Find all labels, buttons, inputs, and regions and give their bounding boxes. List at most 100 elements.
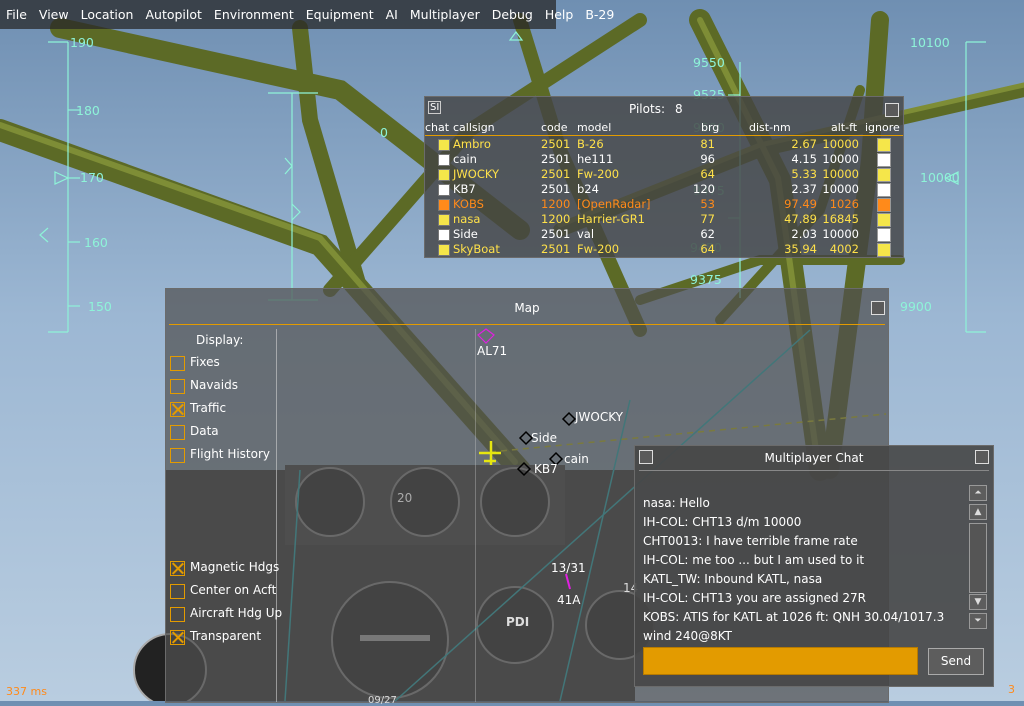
pilot-callsign: nasa — [453, 212, 481, 226]
col-ignore: ignore — [865, 121, 900, 134]
alt-tick-10000: 10000 — [920, 170, 960, 185]
pilot-bearing: 53 — [700, 197, 715, 211]
chat-send-button[interactable]: Send — [928, 648, 984, 675]
pilots-corner-button[interactable]: SI — [428, 101, 442, 114]
pilot-ignore-checkbox[interactable] — [877, 138, 891, 152]
pilot-bearing: 64 — [700, 167, 715, 181]
pilot-chat-checkbox[interactable] — [438, 244, 450, 256]
pilot-code: 2501 — [541, 152, 571, 166]
pilot-ignore-checkbox[interactable] — [877, 198, 891, 212]
pilot-bearing: 81 — [700, 137, 715, 151]
pilot-ignore-checkbox[interactable] — [877, 228, 891, 242]
frame-time-readout: 337 ms — [6, 685, 47, 698]
pilot-ignore-checkbox[interactable] — [877, 168, 891, 182]
pilots-title: Pilots: — [629, 102, 665, 116]
menu-help[interactable]: Help — [539, 7, 580, 22]
pilot-chat-checkbox[interactable] — [438, 139, 450, 151]
menu-location[interactable]: Location — [75, 7, 140, 22]
chat-message: nasa: Hello — [643, 496, 710, 510]
pilot-ignore-checkbox[interactable] — [877, 183, 891, 197]
chat-scrollbar-track[interactable] — [969, 523, 987, 593]
pilot-altitude: 16845 — [822, 212, 859, 226]
pilot-code: 1200 — [541, 212, 571, 226]
chat-scroll-top-button[interactable]: ⏶ — [969, 485, 987, 501]
pilot-chat-checkbox[interactable] — [438, 199, 450, 211]
pilot-model: Fw-200 — [577, 167, 620, 181]
pilot-code: 2501 — [541, 137, 571, 151]
pilot-altitude: 10000 — [822, 137, 859, 151]
pilot-bearing: 62 — [700, 227, 715, 241]
pilots-count: 8 — [675, 102, 683, 116]
pilot-row[interactable]: SkyBoat 2501 Fw-200 64 35.94 4002 — [425, 242, 903, 257]
pilot-callsign: SkyBoat — [453, 242, 500, 256]
chat-scroll-bottom-button[interactable]: ⏷ — [969, 613, 987, 629]
pilots-header: SI Pilots: 8 — [425, 101, 903, 117]
pilot-bearing: 64 — [700, 242, 715, 256]
chat-message: wind 240@8KT — [643, 629, 732, 643]
menu-file[interactable]: File — [0, 7, 33, 22]
menu-equipment[interactable]: Equipment — [300, 7, 380, 22]
chat-message: IH-COL: CHT13 you are assigned 27R — [643, 591, 866, 605]
chat-scroll-down-button[interactable]: ▼ — [969, 594, 987, 610]
map-label-41a: 41A — [557, 593, 581, 607]
col-code: code — [541, 121, 568, 134]
pilots-column-headers: chat callsign code model brg dist-nm alt… — [425, 121, 903, 136]
pilot-altitude: 10000 — [822, 227, 859, 241]
alt-tick-9550: 9550 — [693, 55, 725, 70]
menu-ai[interactable]: AI — [380, 7, 404, 22]
pilot-altitude: 4002 — [829, 242, 859, 256]
pilots-list-window: SI Pilots: 8 chat callsign code model br… — [424, 96, 904, 258]
map-label-20: 20 — [397, 491, 413, 505]
pilot-row[interactable]: KB7 2501 b24 120 2.37 10000 — [425, 182, 903, 197]
pilot-chat-checkbox[interactable] — [438, 229, 450, 241]
chat-scroll-up-button[interactable]: ▲ — [969, 504, 987, 520]
pilot-chat-checkbox[interactable] — [438, 169, 450, 181]
pilot-code: 1200 — [541, 197, 571, 211]
menu-debug[interactable]: Debug — [486, 7, 539, 22]
chat-message: KOBS: ATIS for KATL at 1026 ft: QNH 30.0… — [643, 610, 945, 624]
multiplayer-chat-window: Multiplayer Chat nasa: Hello IH-COL: CHT1… — [634, 445, 994, 687]
pilot-chat-checkbox[interactable] — [438, 214, 450, 226]
pilot-row[interactable]: nasa 1200 Harrier-GR1 77 47.89 16845 — [425, 212, 903, 227]
pilot-altitude: 10000 — [822, 182, 859, 196]
col-chat: chat — [425, 121, 450, 134]
menu-multiplayer[interactable]: Multiplayer — [404, 7, 486, 22]
pilot-model: val — [577, 227, 595, 241]
pilot-row[interactable]: KOBS 1200 [OpenRadar] 53 97.49 1026 — [425, 197, 903, 212]
pilot-row[interactable]: cain 2501 he111 96 4.15 10000 — [425, 152, 903, 167]
pilot-chat-checkbox[interactable] — [438, 184, 450, 196]
alt-tick-10100: 10100 — [910, 35, 950, 50]
pilot-callsign: KB7 — [453, 182, 476, 196]
pilot-bearing: 96 — [700, 152, 715, 166]
col-callsign: callsign — [453, 121, 495, 134]
chat-message: IH-COL: me too ... but I am used to it — [643, 553, 865, 567]
pilot-model: b24 — [577, 182, 599, 196]
map-label-kb7: KB7 — [534, 462, 558, 476]
pilot-altitude: 10000 — [822, 167, 859, 181]
menu-b29[interactable]: B-29 — [579, 7, 620, 22]
map-label-cain: cain — [564, 452, 589, 466]
pilot-bearing: 77 — [700, 212, 715, 226]
pilot-callsign: Side — [453, 227, 478, 241]
pilot-model: Harrier-GR1 — [577, 212, 646, 226]
menu-autopilot[interactable]: Autopilot — [139, 7, 207, 22]
pilot-ignore-checkbox[interactable] — [877, 243, 891, 257]
pilot-model: Fw-200 — [577, 242, 620, 256]
pilot-chat-checkbox[interactable] — [438, 154, 450, 166]
menu-environment[interactable]: Environment — [208, 7, 300, 22]
pilot-row[interactable]: Ambro 2501 B-26 81 2.67 10000 — [425, 137, 903, 152]
pilots-close-button[interactable] — [885, 103, 899, 117]
chat-message: IH-COL: CHT13 d/m 10000 — [643, 515, 802, 529]
chat-close-button[interactable] — [975, 450, 989, 464]
pilot-ignore-checkbox[interactable] — [877, 213, 891, 227]
menu-view[interactable]: View — [33, 7, 75, 22]
chat-message-list: nasa: Hello IH-COL: CHT13 d/m 10000 CHT001… — [643, 494, 944, 646]
map-label-pdi: PDI — [506, 615, 530, 629]
pilot-row[interactable]: JWOCKY 2501 Fw-200 64 5.33 10000 — [425, 167, 903, 182]
heading-tick-180: 180 — [76, 103, 100, 118]
pilot-ignore-checkbox[interactable] — [877, 153, 891, 167]
chat-message-input[interactable] — [643, 647, 918, 675]
pilot-callsign: KOBS — [453, 197, 484, 211]
pilot-row[interactable]: Side 2501 val 62 2.03 10000 — [425, 227, 903, 242]
chat-title-divider — [639, 470, 989, 471]
